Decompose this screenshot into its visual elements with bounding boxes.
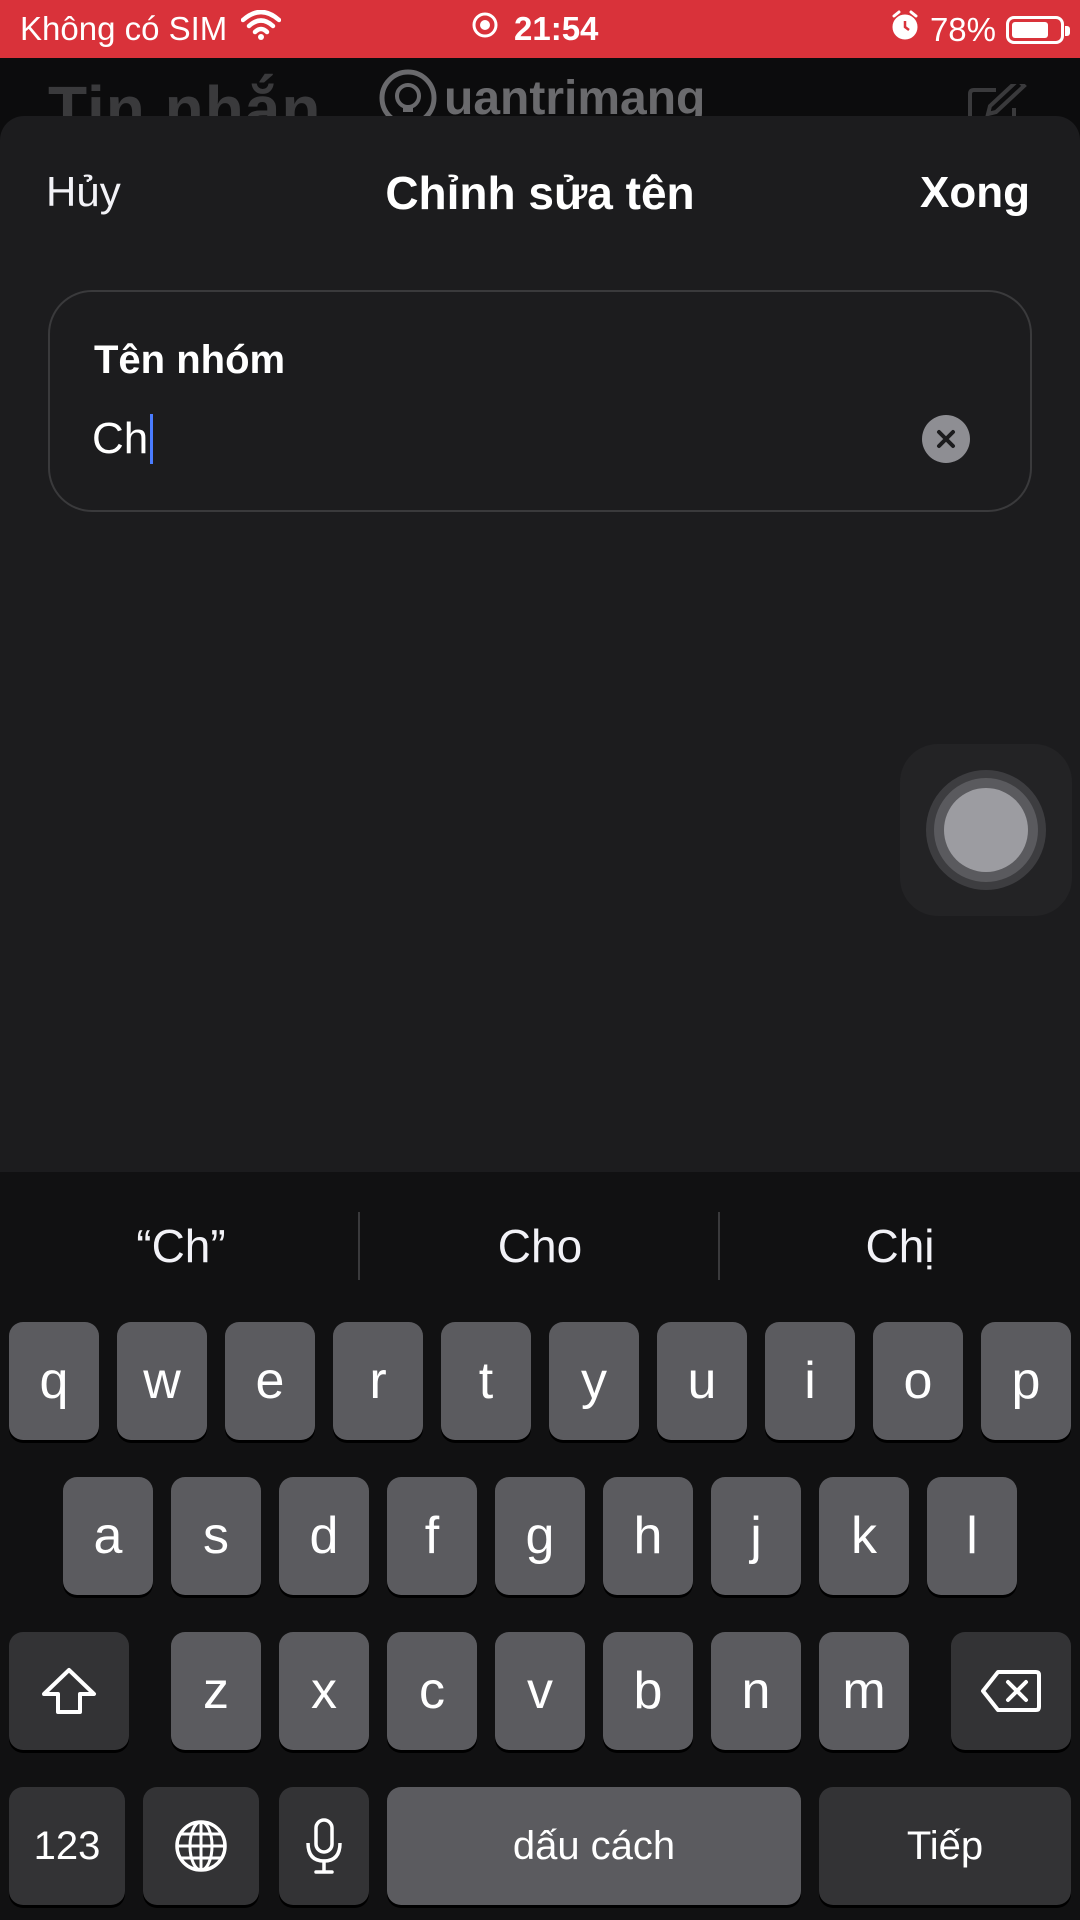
key-y[interactable]: y <box>549 1322 639 1440</box>
suggestion-item[interactable]: Chị <box>721 1206 1079 1286</box>
group-name-input[interactable]: Ch <box>92 414 154 464</box>
key-r[interactable]: r <box>333 1322 423 1440</box>
suggestion-divider <box>718 1212 720 1280</box>
keyboard: “Ch” Cho Chị q w e r t y u i o p a s d f… <box>0 1172 1080 1920</box>
key-p[interactable]: p <box>981 1322 1071 1440</box>
suggestion-divider <box>358 1212 360 1280</box>
microphone-icon <box>306 1818 342 1874</box>
close-icon <box>937 430 955 448</box>
key-s[interactable]: s <box>171 1477 261 1595</box>
key-k[interactable]: k <box>819 1477 909 1595</box>
shift-key[interactable] <box>9 1632 129 1750</box>
status-right: 78% <box>890 10 1070 50</box>
key-q[interactable]: q <box>9 1322 99 1440</box>
key-z[interactable]: z <box>171 1632 261 1750</box>
assistive-touch-button[interactable] <box>900 744 1072 916</box>
key-e[interactable]: e <box>225 1322 315 1440</box>
shift-arrow-icon <box>42 1668 96 1714</box>
dictation-key[interactable] <box>279 1787 369 1905</box>
key-l[interactable]: l <box>927 1477 1017 1595</box>
key-o[interactable]: o <box>873 1322 963 1440</box>
suggestion-bar: “Ch” Cho Chị <box>0 1172 1080 1318</box>
suggestion-item[interactable]: “Ch” <box>2 1206 360 1286</box>
key-h[interactable]: h <box>603 1477 693 1595</box>
return-key[interactable]: Tiếp <box>819 1787 1071 1905</box>
key-t[interactable]: t <box>441 1322 531 1440</box>
globe-key[interactable] <box>143 1787 259 1905</box>
key-n[interactable]: n <box>711 1632 801 1750</box>
key-b[interactable]: b <box>603 1632 693 1750</box>
sheet-title: Chỉnh sửa tên <box>385 167 695 219</box>
key-w[interactable]: w <box>117 1322 207 1440</box>
group-name-field[interactable]: Tên nhóm Ch <box>48 290 1032 512</box>
status-center: 21:54 <box>470 10 598 48</box>
key-u[interactable]: u <box>657 1322 747 1440</box>
key-x[interactable]: x <box>279 1632 369 1750</box>
key-d[interactable]: d <box>279 1477 369 1595</box>
key-j[interactable]: j <box>711 1477 801 1595</box>
suggestion-item[interactable]: Cho <box>361 1206 719 1286</box>
key-m[interactable]: m <box>819 1632 909 1750</box>
key-g[interactable]: g <box>495 1477 585 1595</box>
edit-name-sheet: Hủy Chỉnh sửa tên Xong Tên nhóm Ch <box>0 116 1080 1176</box>
space-key[interactable]: dấu cách <box>387 1787 801 1905</box>
globe-icon <box>175 1820 227 1872</box>
screen-record-icon <box>470 10 500 48</box>
key-c[interactable]: c <box>387 1632 477 1750</box>
key-i[interactable]: i <box>765 1322 855 1440</box>
backspace-icon <box>981 1670 1041 1712</box>
clear-text-button[interactable] <box>922 415 970 463</box>
wifi-icon <box>241 9 282 48</box>
group-name-label: Tên nhóm <box>94 338 286 382</box>
key-v[interactable]: v <box>495 1632 585 1750</box>
screen: Không có SIM 21:54 78% Tin nhắn uantrima… <box>0 0 1080 1920</box>
backspace-key[interactable] <box>951 1632 1071 1750</box>
group-name-value: Ch <box>92 414 149 463</box>
text-caret <box>150 414 154 464</box>
carrier-label: Không có SIM <box>20 10 228 47</box>
status-bar: Không có SIM 21:54 78% <box>0 0 1080 58</box>
battery-icon <box>1006 16 1070 44</box>
clock: 21:54 <box>514 10 599 47</box>
key-f[interactable]: f <box>387 1477 477 1595</box>
alarm-icon <box>890 10 920 50</box>
numbers-key[interactable]: 123 <box>9 1787 125 1905</box>
battery-percent: 78% <box>929 11 996 48</box>
key-a[interactable]: a <box>63 1477 153 1595</box>
status-left: Không có SIM <box>20 9 282 48</box>
done-button[interactable]: Xong <box>920 168 1030 218</box>
